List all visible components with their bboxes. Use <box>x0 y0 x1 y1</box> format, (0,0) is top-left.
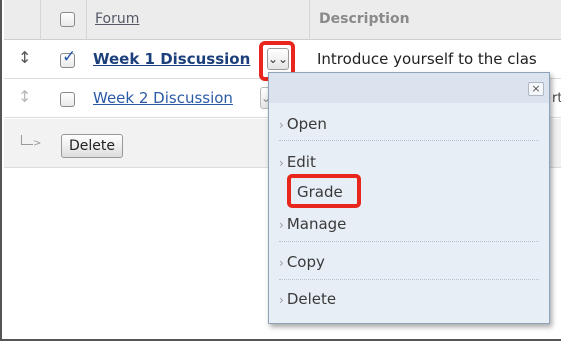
selection-arrow-icon <box>21 135 33 145</box>
drag-handle-icon[interactable]: ↕ <box>18 50 31 66</box>
menu-item-manage[interactable]: › Manage <box>279 206 541 242</box>
menu-item-open[interactable]: › Open <box>279 106 541 142</box>
menu-item-label: Delete <box>286 290 337 308</box>
callout-highlight <box>287 174 361 208</box>
row-checkbox[interactable] <box>60 92 75 107</box>
select-all-checkbox[interactable] <box>60 12 75 27</box>
menu-item-delete[interactable]: › Delete <box>279 281 541 317</box>
chevron-right-icon: › <box>279 256 284 270</box>
description-column-header: Description <box>319 11 410 27</box>
menu-item-label: Manage <box>286 215 347 233</box>
menu-divider <box>279 140 539 141</box>
menu-divider <box>279 279 539 280</box>
chevron-right-icon: › <box>279 156 284 170</box>
column-divider <box>309 0 310 40</box>
arrow-head-icon: > <box>33 138 42 149</box>
close-icon[interactable]: × <box>528 82 544 96</box>
forum-description: Introduce yourself to the clas <box>317 50 537 68</box>
menu-item-label: Open <box>286 115 327 133</box>
delete-button[interactable]: Delete <box>61 134 123 158</box>
menu-item-copy[interactable]: › Copy <box>279 244 541 280</box>
forum-link-week-2[interactable]: Week 2 Discussion <box>93 89 233 107</box>
column-divider <box>40 0 41 40</box>
menu-item-label: Copy <box>286 253 325 271</box>
drag-handle-icon[interactable]: ↕ <box>18 89 31 105</box>
forum-column-header[interactable]: Forum <box>95 11 139 27</box>
column-divider <box>86 0 87 40</box>
row-checkbox[interactable]: ✓ <box>60 49 76 68</box>
table-header: Forum Description <box>4 0 561 40</box>
chevron-right-icon: › <box>279 218 284 232</box>
chevron-right-icon: › <box>279 118 284 132</box>
chevron-right-icon: › <box>279 293 284 307</box>
menu-item-label: Edit <box>286 153 316 171</box>
menu-divider <box>279 241 539 242</box>
forum-description: rt <box>552 91 561 106</box>
forum-link-week-1[interactable]: Week 1 Discussion <box>93 50 250 68</box>
check-icon: ✓ <box>62 47 77 67</box>
context-menu-header: × <box>269 73 549 103</box>
